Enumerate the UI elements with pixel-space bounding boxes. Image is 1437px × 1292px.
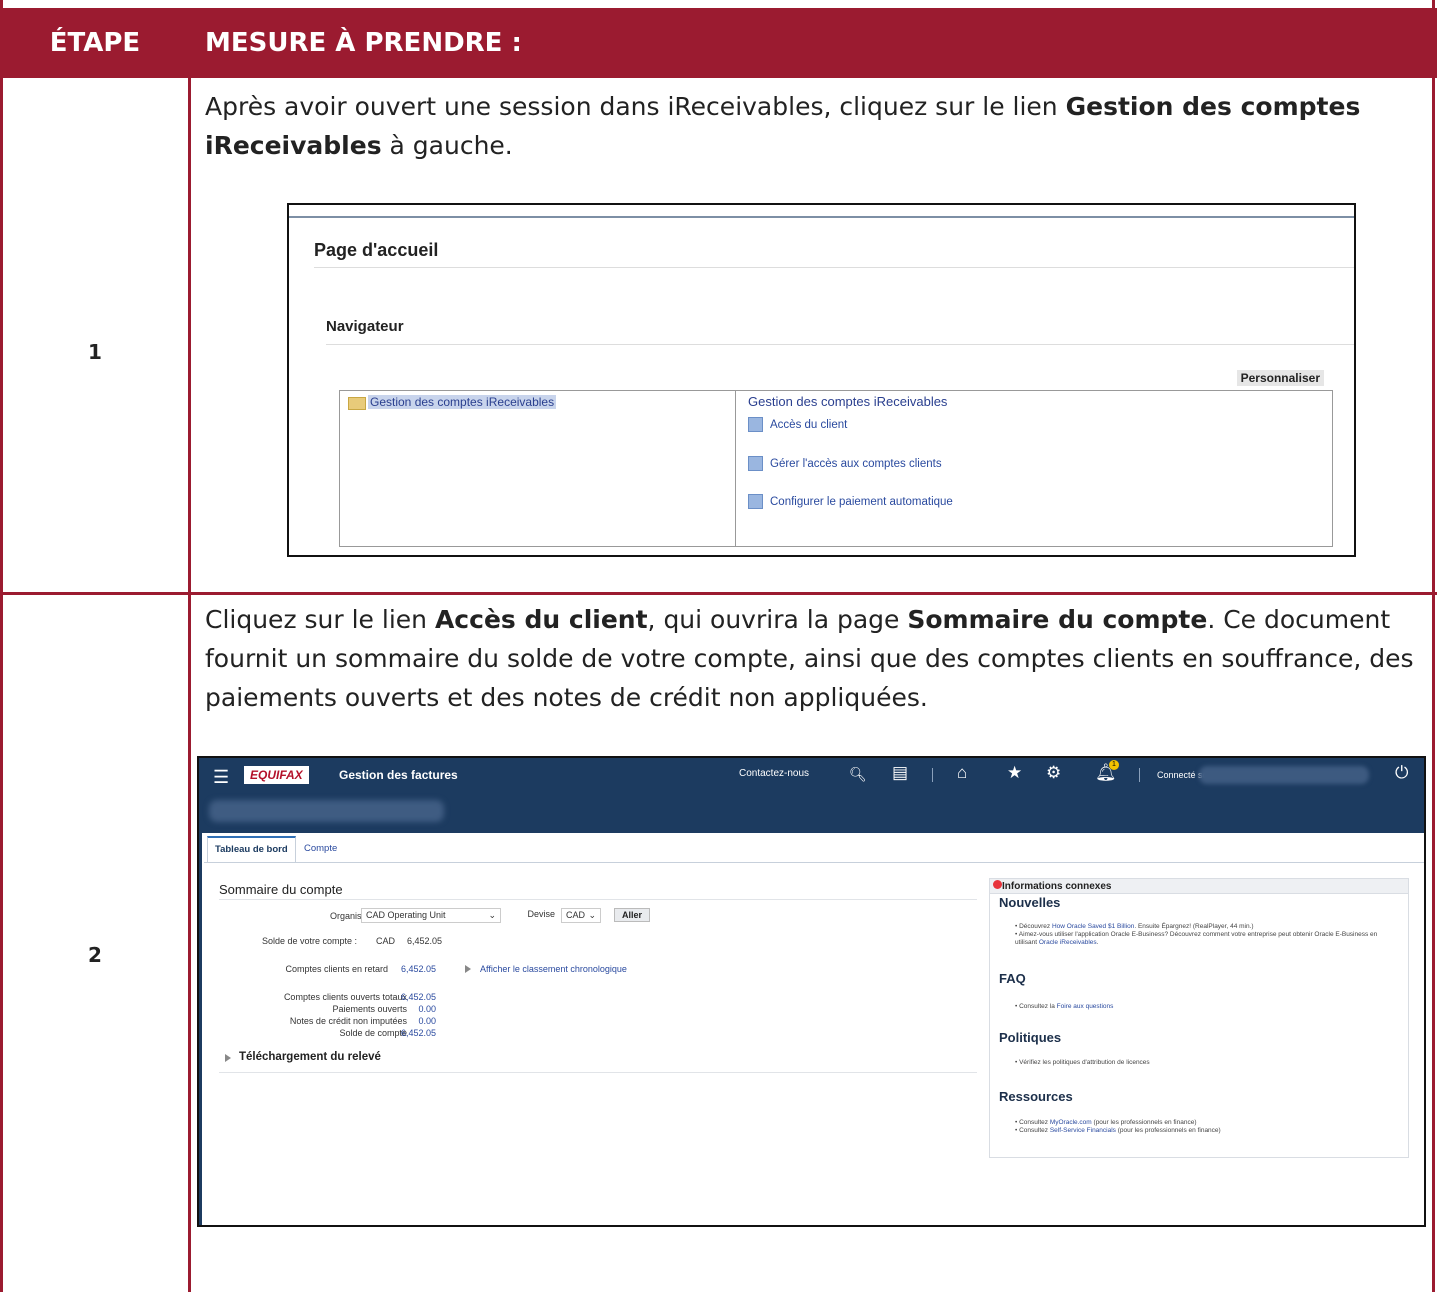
faq-item: • Consultez la Foire aux questions — [1015, 1003, 1114, 1010]
expand-icon — [225, 1054, 231, 1062]
resource-item: • Consultez MyOracle.com (pour les profe… — [1015, 1119, 1197, 1126]
news-title: Nouvelles — [999, 895, 1061, 910]
statement-download[interactable]: Téléchargement du relevé — [239, 1051, 381, 1063]
policies-item: • Vérifiez les politiques d'attribution … — [1015, 1059, 1150, 1066]
page-title: Page d'accueil — [314, 240, 439, 260]
search-icon[interactable]: 🔍︎ — [849, 766, 867, 783]
org-select[interactable]: CAD Operating Unit ⌄ — [361, 908, 501, 923]
resources-title: Ressources — [999, 1089, 1073, 1104]
currency-select[interactable]: CAD ⌄ — [561, 908, 601, 923]
row-label: Solde de compte — [339, 1028, 407, 1038]
link-autopay[interactable]: Configurer le paiement automatique — [748, 494, 953, 509]
related-info-title: Informations connexes — [1002, 881, 1112, 892]
summary-title: Sommaire du compte — [219, 882, 343, 897]
app-header: ☰ EQUIFAX Gestion des factures Contactez… — [199, 758, 1424, 833]
header-action: MESURE À PRENDRE : — [205, 28, 522, 58]
home-icon[interactable]: ⌂ — [957, 763, 967, 783]
late-value-link[interactable]: 6,452.05 — [394, 964, 436, 974]
homepage-screenshot: Page d'accueil Navigateur Personnaliser … — [287, 203, 1356, 557]
row-label: Notes de crédit non imputées — [289, 1016, 407, 1026]
document-icon — [748, 417, 763, 432]
row-label: Comptes clients ouverts totaux — [283, 992, 407, 1002]
row-label: Paiements ouverts — [332, 1004, 407, 1014]
navigator-box: Gestion des comptes iReceivables Gestion… — [339, 390, 1333, 547]
list-icon[interactable]: ▤ — [892, 763, 908, 783]
step-number-2: 2 — [88, 943, 102, 967]
app-title: Gestion des factures — [339, 768, 458, 782]
row-divider — [0, 592, 1437, 595]
row-value-link[interactable]: 0.00 — [394, 1016, 436, 1026]
faq-title: FAQ — [999, 971, 1026, 986]
step-1-instruction: Après avoir ouvert une session dans iRec… — [205, 92, 1361, 160]
news-item: • Aimez-vous utiliser l'application Orac… — [1015, 931, 1378, 946]
gear-icon[interactable]: ⚙ — [1046, 763, 1061, 783]
currency-label: Devise — [527, 909, 555, 919]
row-value-link[interactable]: 6,452.05 — [394, 1028, 436, 1038]
link-manage-access[interactable]: Gérer l'accès aux comptes clients — [748, 456, 942, 471]
equifax-logo: EQUIFAX — [244, 766, 309, 784]
menu-icon[interactable]: ☰ — [213, 767, 229, 788]
row-value-link[interactable]: 6,452.05 — [394, 992, 436, 1002]
resource-item: • Consultez Self-Service Financials (pou… — [1015, 1127, 1221, 1134]
link-client-access[interactable]: Accès du client — [748, 417, 847, 432]
notification-badge: 1 — [1109, 760, 1119, 770]
header-step: ÉTAPE — [49, 28, 141, 58]
column-divider — [188, 8, 191, 1292]
late-label: Comptes clients en retard — [285, 964, 388, 974]
nav-section-title: Gestion des comptes iReceivables — [748, 394, 948, 409]
table-header: ÉTAPE MESURE À PRENDRE : — [0, 8, 1437, 78]
favorites-icon[interactable]: ★ — [1007, 763, 1022, 783]
folder-icon — [348, 397, 366, 410]
tab-account[interactable]: Compte — [304, 836, 337, 862]
news-item: • Découvrez How Oracle Saved $1 Billion.… — [1015, 923, 1254, 930]
balance-label: Solde de votre compte : — [261, 936, 357, 946]
power-icon[interactable]: ⏻ — [1395, 763, 1408, 783]
navigator-title: Navigateur — [326, 318, 404, 335]
tab-dashboard[interactable]: Tableau de bord — [207, 836, 296, 862]
tab-bar: Tableau de bord Compte — [204, 836, 1424, 863]
aging-link[interactable]: Afficher le classement chronologique — [480, 964, 627, 974]
policies-title: Politiques — [999, 1030, 1062, 1045]
nav-item-account-management[interactable]: Gestion des comptes iReceivables — [368, 395, 557, 409]
info-icon — [993, 880, 1002, 889]
account-summary-screenshot: ☰ EQUIFAX Gestion des factures Contactez… — [197, 756, 1426, 1227]
balance-currency: CAD — [376, 936, 396, 946]
personalize-button[interactable]: Personnaliser — [1236, 370, 1324, 386]
expand-icon — [465, 965, 471, 973]
account-name-redacted — [209, 800, 444, 822]
document-icon — [748, 494, 763, 509]
contact-link[interactable]: Contactez-nous — [739, 768, 809, 779]
go-button[interactable]: Aller — [614, 908, 651, 922]
username-redacted — [1199, 766, 1369, 784]
step-number-1: 1 — [88, 340, 102, 364]
document-icon — [748, 456, 763, 471]
balance-value: 6,452.05 — [407, 936, 443, 946]
row-value-link[interactable]: 0.00 — [394, 1004, 436, 1014]
step-2-instruction: Cliquez sur le lien Accès du client, qui… — [205, 605, 1414, 712]
related-info-panel: Informations connexes Nouvelles • Découv… — [989, 878, 1409, 1158]
